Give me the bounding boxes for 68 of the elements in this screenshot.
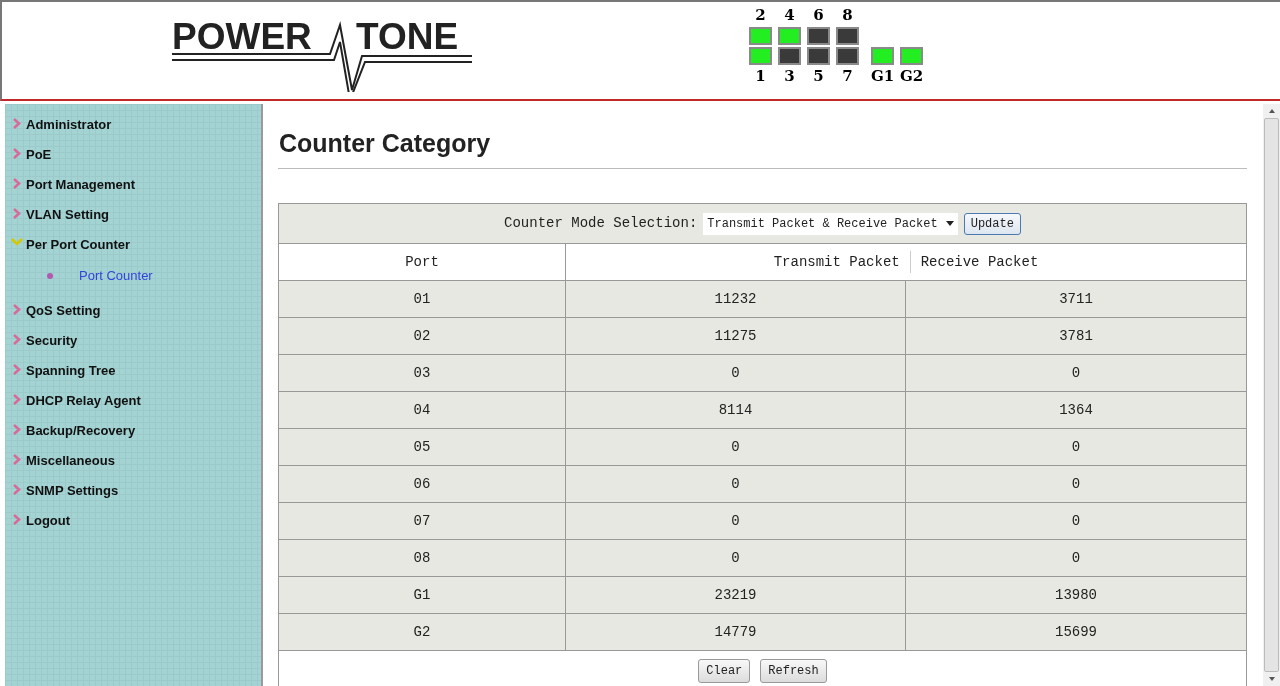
caret-icon bbox=[945, 221, 954, 226]
mode-label: Counter Mode Selection: bbox=[504, 214, 698, 233]
sidebar-item[interactable]: Spanning Tree bbox=[26, 364, 116, 377]
port-number: G2 bbox=[899, 69, 924, 84]
table-cell: 8114 bbox=[566, 392, 906, 428]
port-number: 7 bbox=[842, 69, 853, 84]
table-cell-text: 15699 bbox=[1054, 622, 1098, 642]
sidebar-item[interactable]: Port Management bbox=[26, 178, 136, 191]
table-cell-text: 0 bbox=[1070, 548, 1082, 568]
update-button[interactable]: Update bbox=[963, 212, 1021, 235]
port-number: 1 bbox=[755, 69, 766, 84]
table-cell-text: 0 bbox=[1070, 363, 1082, 383]
sidebar-subitem[interactable]: Port Counter bbox=[79, 269, 153, 282]
table-cell: 0 bbox=[566, 503, 906, 539]
column-header: Transmit Packet bbox=[773, 252, 900, 272]
sidebar-item[interactable]: Per Port Counter bbox=[26, 238, 130, 251]
sidebar-item[interactable]: PoE bbox=[26, 148, 52, 161]
table-cell: 0 bbox=[566, 540, 906, 576]
port-number: G1 bbox=[870, 69, 895, 84]
port-number: 5 bbox=[813, 69, 824, 84]
column-header: Receive Packet bbox=[920, 252, 1039, 272]
table-cell: 0 bbox=[566, 429, 906, 465]
column-header: Port bbox=[279, 244, 566, 280]
table-cell: 0 bbox=[566, 466, 906, 502]
table-cell-text: 13980 bbox=[1054, 585, 1098, 605]
action-button[interactable]: Clear bbox=[698, 659, 751, 683]
table-cell: G1 bbox=[279, 577, 566, 613]
table-cell: 11275 bbox=[566, 318, 906, 354]
table-cell: 03 bbox=[279, 355, 566, 391]
port-number: 6 bbox=[813, 8, 824, 23]
table-cell: 04 bbox=[279, 392, 566, 428]
table-cell: 05 bbox=[279, 429, 566, 465]
sidebar-item[interactable]: DHCP Relay Agent bbox=[26, 394, 141, 407]
port-number: 3 bbox=[784, 69, 795, 84]
sidebar-item[interactable]: Administrator bbox=[26, 118, 112, 131]
sidebar-item[interactable]: VLAN Setting bbox=[26, 208, 110, 221]
port-number: 4 bbox=[784, 8, 795, 23]
table-cell: 23219 bbox=[566, 577, 906, 613]
table-cell: 02 bbox=[279, 318, 566, 354]
table-cell-text: 0 bbox=[1070, 474, 1082, 494]
sidebar-item[interactable]: Logout bbox=[26, 514, 71, 527]
sidebar-item[interactable]: QoS Setting bbox=[26, 304, 101, 317]
action-button[interactable]: Refresh bbox=[760, 659, 827, 683]
table-cell: 08 bbox=[279, 540, 566, 576]
table-cell-text: 3781 bbox=[1058, 326, 1094, 346]
table-cell: 01 bbox=[279, 281, 566, 317]
sidebar-item[interactable]: Miscellaneous bbox=[26, 454, 115, 467]
table-cell: G2 bbox=[279, 614, 566, 650]
logo-text: TONE bbox=[356, 18, 459, 55]
sidebar-item[interactable]: Security bbox=[26, 334, 78, 347]
bullet-icon bbox=[47, 273, 53, 279]
table-cell-text: 0 bbox=[1070, 511, 1082, 531]
table-cell-text: 0 bbox=[1070, 437, 1082, 457]
table-cell: 11232 bbox=[566, 281, 906, 317]
table-cell: 14779 bbox=[566, 614, 906, 650]
table-cell: 06 bbox=[279, 466, 566, 502]
sidebar-item[interactable]: Backup/Recovery bbox=[26, 424, 136, 437]
port-number: 2 bbox=[755, 8, 766, 23]
table-cell-text: 1364 bbox=[1058, 400, 1094, 420]
table-cell: 0 bbox=[566, 355, 906, 391]
port-number: 8 bbox=[842, 8, 853, 23]
logo-text: POWER bbox=[172, 18, 312, 55]
sidebar-item[interactable]: SNMP Settings bbox=[26, 484, 119, 497]
scroll-thumb[interactable] bbox=[1264, 118, 1279, 672]
table-cell-text: 3711 bbox=[1058, 289, 1094, 309]
mode-dropdown[interactable]: Transmit Packet & Receive Packet bbox=[703, 212, 958, 235]
page-title: Counter Category bbox=[278, 128, 492, 158]
table-cell: 07 bbox=[279, 503, 566, 539]
